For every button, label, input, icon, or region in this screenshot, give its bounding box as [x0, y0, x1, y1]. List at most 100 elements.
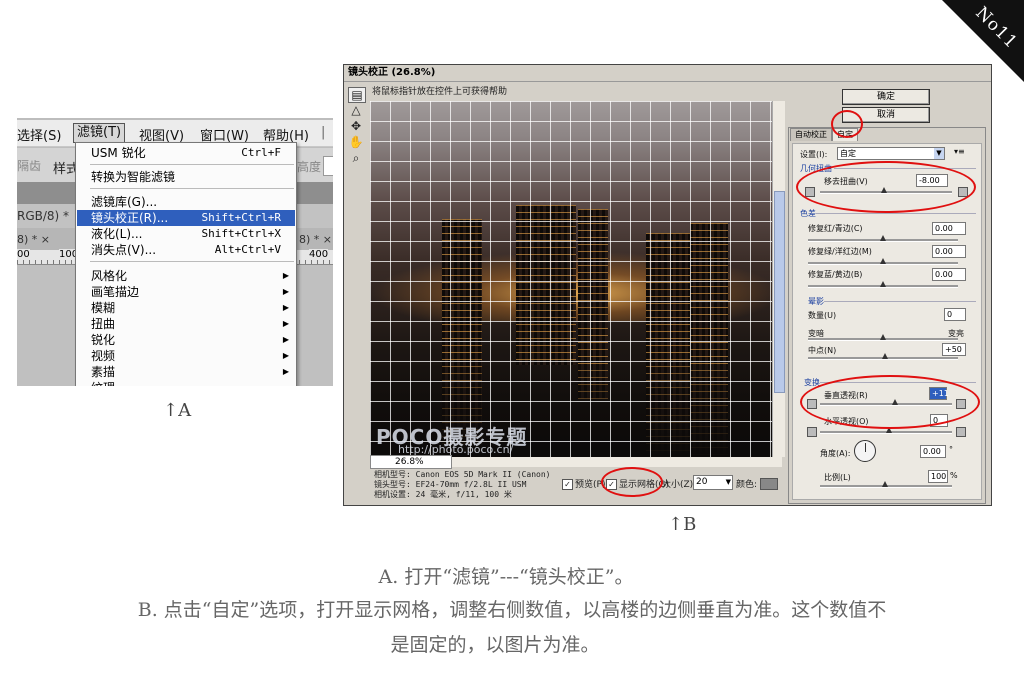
fix-red-cyan-label: 修复红/青边(C) [808, 224, 863, 233]
options-height-text: 高度 [297, 160, 322, 174]
menu-separator [90, 261, 294, 262]
filter-menu-screenshot: 选择(S) 滤镜(T) 视图(V) 窗口(W) 帮助(H) | 隔齿 样式 高度… [17, 118, 333, 386]
menu-select[interactable]: 选择(S) [17, 125, 61, 144]
menu-item-filter-gallery[interactable]: 滤镜库(G)... [77, 194, 295, 210]
vertical-scrollbar[interactable] [772, 101, 785, 457]
highlight-custom-tab [831, 110, 863, 138]
slider-thumb[interactable] [882, 353, 888, 359]
fix-green-magenta-field[interactable]: 0.00 [932, 245, 966, 258]
menu-item-liquify[interactable]: 液化(L)... Shift+Ctrl+X [77, 226, 295, 242]
scale-unit: % [950, 471, 958, 480]
angle-unit: ° [949, 445, 953, 454]
highlight-distortion [796, 161, 976, 213]
midpoint-slider[interactable] [808, 353, 958, 360]
angle-field[interactable]: 0.00 [920, 445, 946, 458]
move-grid-tool-icon[interactable]: ✥ [348, 119, 364, 133]
submenu-arrow-icon: ▶ [282, 351, 289, 360]
scale-label: 比例(L) [824, 473, 851, 482]
angle-dial[interactable] [854, 440, 876, 462]
menu-item-sketch[interactable]: 素描 ▶ [77, 364, 295, 380]
slider-thumb[interactable] [880, 235, 886, 241]
menu-item-brush-strokes[interactable]: 画笔描边 ▶ [77, 284, 295, 300]
grid-color-swatch[interactable] [760, 478, 778, 490]
preview-image[interactable]: POCO摄影专题 http://photo.poco.cn/ [370, 101, 782, 457]
menu-item-convert-smart-filter[interactable]: 转换为智能滤镜 [77, 169, 295, 185]
straighten-tool-icon[interactable]: △ [348, 103, 364, 117]
caption-line-2: B. 点击“自定”选项，打开显示网格，调整右侧数值，以高楼的边侧垂直为准。这个数… [137, 599, 887, 621]
scale-field[interactable]: 100 [928, 470, 948, 483]
help-hint: 将鼠标指针放在控件上可获得帮助 [372, 87, 508, 97]
options-height-field[interactable] [323, 156, 333, 176]
fix-blue-yellow-field[interactable]: 0.00 [932, 268, 966, 281]
zoom-tool-icon[interactable]: ⌕ [348, 151, 364, 165]
perspective-left-icon [807, 427, 817, 437]
midpoint-field[interactable]: +50 [942, 343, 966, 356]
hand-tool-icon[interactable]: ✋ [348, 135, 364, 149]
fix-red-cyan-field[interactable]: 0.00 [932, 222, 966, 235]
slider-thumb[interactable] [880, 334, 886, 340]
camera-model: 相机型号: Canon EOS 5D Mark II (Canon) [374, 470, 551, 479]
filter-dropdown-menu: USM 锐化 Ctrl+F 转换为智能滤镜 滤镜库(G)... 镜头校正(R)..… [75, 142, 297, 386]
fix-green-magenta-slider[interactable] [808, 258, 958, 265]
menu-item-usm-sharpen[interactable]: USM 锐化 Ctrl+F [77, 145, 295, 161]
fix-blue-yellow-slider[interactable] [808, 281, 958, 288]
document-tab[interactable]: 8) * × [299, 233, 332, 246]
chromatic-section-title: 色差 [800, 209, 816, 218]
slider-thumb[interactable] [882, 481, 888, 487]
menu-separator [90, 164, 294, 165]
menu-item-texture[interactable]: 纹理 [77, 380, 295, 386]
menu-filter[interactable]: 滤镜(T) [73, 123, 126, 143]
menu-item-lens-correction[interactable]: 镜头校正(R)... Shift+Ctrl+R [77, 210, 295, 226]
document-tab[interactable]: 8) * × [17, 233, 50, 246]
tab-auto-correction[interactable]: 自动校正 [790, 128, 832, 141]
grid-color-label: 颜色: [736, 480, 758, 490]
settings-menu-icon[interactable]: ▾≡ [954, 147, 965, 156]
slider-thumb[interactable] [880, 281, 886, 287]
menu-item-stylize[interactable]: 风格化 ▶ [77, 268, 295, 284]
angle-label: 角度(A): [820, 449, 851, 458]
fix-green-magenta-label: 修复绿/洋红边(M) [808, 247, 872, 256]
menu-item-distort[interactable]: 扭曲 ▶ [77, 316, 295, 332]
alignment-grid [370, 101, 782, 457]
slider-thumb[interactable] [880, 258, 886, 264]
scale-slider[interactable] [820, 481, 952, 488]
caption-line-3: 是固定的，以图片为准。 [390, 634, 600, 656]
submenu-arrow-icon: ▶ [282, 303, 289, 312]
lens-model: 镜头型号: EF24-70mm f/2.8L II USM [374, 480, 527, 489]
zoom-level[interactable]: 26.8% [370, 455, 452, 469]
submenu-arrow-icon: ▶ [282, 367, 289, 376]
submenu-arrow-icon: ▶ [282, 319, 289, 328]
menu-item-blur[interactable]: 模糊 ▶ [77, 300, 295, 316]
chevron-down-icon: ▼ [934, 148, 944, 159]
settings-select[interactable]: 自定 ▼ [837, 147, 945, 160]
submenu-arrow-icon: ▶ [282, 271, 289, 280]
camera-metadata: 相机型号: Canon EOS 5D Mark II (Canon) 镜头型号:… [374, 470, 551, 500]
amount-slider[interactable] [808, 334, 958, 341]
ruler-mark: 400 [309, 249, 329, 260]
preview-checkbox[interactable]: ✓ 预览(P) [562, 477, 605, 490]
options-left-text: 隔齿 [17, 159, 42, 173]
amount-field[interactable]: 0 [944, 308, 966, 321]
tool-column: ▤ △ ✥ ✋ ⌕ [346, 85, 366, 225]
ok-button[interactable]: 确定 [842, 89, 930, 105]
menu-item-sharpen[interactable]: 锐化 ▶ [77, 332, 295, 348]
caption-a-marker: ↑A [163, 400, 192, 421]
menu-item-vanishing-point[interactable]: 消失点(V)... Alt+Ctrl+V [77, 242, 295, 258]
document-tab[interactable]: RGB/8) * [17, 209, 69, 223]
menu-separator [90, 188, 294, 189]
remove-distortion-tool-icon[interactable]: ▤ [348, 87, 366, 103]
scroll-thumb[interactable] [774, 191, 785, 393]
submenu-arrow-icon: ▶ [282, 287, 289, 296]
menubar-separator: | [321, 125, 326, 140]
grid-size-select[interactable]: 20 ▼ [693, 475, 733, 490]
grid-size-label: 大小(Z): [662, 480, 697, 490]
perspective-right-icon [956, 427, 966, 437]
fix-red-cyan-slider[interactable] [808, 235, 958, 242]
camera-settings: 相机设置: 24 毫米, f/11, 100 米 [374, 490, 512, 499]
horizontal-perspective-slider[interactable] [820, 427, 952, 434]
highlight-vertical-perspective [800, 375, 980, 429]
menu-item-video[interactable]: 视频 ▶ [77, 348, 295, 364]
section-divider [824, 301, 976, 302]
lens-correction-dialog: 镜头校正 (26.8%) ▤ △ ✥ ✋ ⌕ 将鼠标指针放在控件上可获得帮助 P… [343, 64, 992, 506]
highlight-show-grid [601, 467, 663, 497]
